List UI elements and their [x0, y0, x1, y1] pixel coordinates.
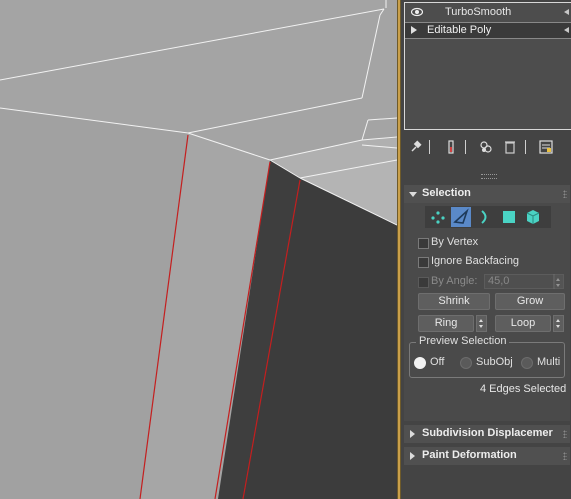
preview-selection-group: Preview Selection Off SubObj Multi	[409, 335, 565, 378]
expand-triangle-icon[interactable]	[411, 26, 417, 34]
make-unique-icon[interactable]	[478, 139, 494, 155]
by-vertex-checkbox[interactable]	[418, 238, 429, 249]
grip-dots-icon	[563, 190, 567, 198]
preview-multi-radio[interactable]	[521, 357, 533, 369]
collapse-arrow-icon	[409, 192, 417, 197]
angle-spinner[interactable]	[553, 274, 564, 289]
command-panel: TurboSmooth Editable Poly Selection By V…	[401, 0, 571, 499]
subobject-mode-bar	[425, 206, 551, 228]
loop-button[interactable]: Loop	[495, 315, 551, 332]
configure-modifier-sets-icon[interactable]	[538, 139, 554, 155]
pin-stack-icon[interactable]	[408, 139, 424, 155]
modifier-toolbar	[401, 134, 571, 160]
arrow-left-icon	[564, 9, 569, 15]
shrink-button[interactable]: Shrink	[418, 293, 490, 310]
grip-dots-icon	[563, 452, 567, 460]
by-vertex-label: By Vertex	[431, 236, 479, 248]
stack-item-label: TurboSmooth	[445, 6, 512, 18]
remove-modifier-icon[interactable]	[502, 139, 518, 155]
ignore-backfacing-label: Ignore Backfacing	[431, 255, 520, 267]
selection-rollout: By Vertex Ignore Backfacing By Angle: 45…	[404, 203, 570, 421]
arrow-left-icon	[564, 27, 569, 33]
ignore-backfacing-checkbox[interactable]	[418, 257, 429, 268]
grip-handle[interactable]	[481, 174, 497, 179]
border-mode-icon[interactable]	[475, 207, 495, 227]
vertex-mode-icon[interactable]	[428, 207, 448, 227]
edge-mode-icon[interactable]	[451, 207, 471, 227]
preview-off-label: Off	[430, 356, 445, 368]
angle-field[interactable]: 45,0	[484, 274, 555, 289]
preview-multi-label: Multi	[537, 356, 561, 368]
stack-item-label: Editable Poly	[427, 24, 492, 36]
preview-selection-title: Preview Selection	[416, 335, 510, 347]
show-end-result-icon[interactable]	[443, 139, 459, 155]
expand-arrow-icon	[410, 430, 415, 438]
grip-dots-icon	[563, 430, 567, 438]
by-angle-checkbox[interactable]	[418, 277, 429, 288]
viewport[interactable]	[0, 0, 397, 499]
selection-rollout-header[interactable]: Selection	[404, 185, 570, 203]
selection-status: 4 Edges Selected	[480, 383, 567, 395]
ring-button[interactable]: Ring	[418, 315, 474, 332]
subdivision-rollout-header[interactable]: Subdivision Displacemer	[404, 425, 570, 443]
preview-off-radio[interactable]	[414, 357, 426, 369]
grow-button[interactable]: Grow	[495, 293, 565, 310]
loop-spinner[interactable]	[553, 315, 564, 332]
expand-arrow-icon	[410, 452, 415, 460]
paint-deformation-rollout-header[interactable]: Paint Deformation	[404, 447, 570, 465]
element-mode-icon[interactable]	[523, 207, 543, 227]
modifier-stack[interactable]: TurboSmooth Editable Poly	[404, 2, 571, 130]
rollout-title: Subdivision Displacemer	[422, 427, 553, 439]
preview-subobj-radio[interactable]	[460, 357, 472, 369]
viewport-mesh[interactable]	[0, 0, 397, 499]
by-angle-label: By Angle:	[431, 275, 478, 287]
eye-icon[interactable]	[411, 7, 423, 17]
preview-subobj-label: SubObj	[476, 356, 513, 368]
polygon-mode-icon[interactable]	[499, 207, 519, 227]
rollout-title: Paint Deformation	[422, 449, 517, 461]
rollout-title: Selection	[422, 187, 471, 199]
stack-item-turbosmooth[interactable]: TurboSmooth	[405, 5, 571, 20]
stack-item-editable-poly[interactable]: Editable Poly	[405, 22, 571, 39]
ring-spinner[interactable]	[476, 315, 487, 332]
